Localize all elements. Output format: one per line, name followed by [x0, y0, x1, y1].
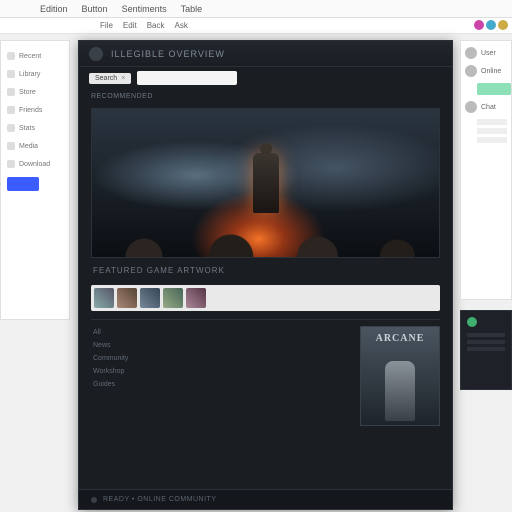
app-icon [89, 47, 103, 61]
side-card[interactable]: ARCANE [360, 326, 440, 426]
close-icon[interactable]: × [121, 75, 125, 82]
avatar-icon[interactable] [498, 20, 508, 30]
thumbnail[interactable] [140, 288, 160, 308]
breadcrumb-bar: Search× [79, 67, 452, 89]
hero-artwork[interactable] [91, 108, 440, 258]
listing-row[interactable]: Community [91, 352, 352, 365]
right-sidebar: User Online Chat [460, 40, 512, 300]
search-input[interactable] [137, 71, 237, 85]
avatar-icon [465, 101, 477, 113]
side-card-logo: ARCANE [376, 333, 425, 344]
menubar: Edition Button Sentiments Table [0, 0, 512, 18]
menu-item[interactable]: Edition [40, 4, 68, 14]
foreground-rocks [92, 217, 439, 257]
toolbar: File Edit Back Ask [0, 18, 512, 34]
thumbnail[interactable] [163, 288, 183, 308]
avatar-cluster [474, 20, 508, 30]
user-row[interactable]: Online [465, 65, 507, 77]
toolbar-item[interactable]: Edit [123, 21, 137, 30]
placeholder-line [477, 119, 507, 125]
status-badge [477, 83, 511, 95]
left-sidebar: Recent Library Store Friends Stats Media… [0, 40, 70, 320]
sidebar-item[interactable]: Media [7, 139, 63, 153]
thumbnail[interactable] [186, 288, 206, 308]
avatar-icon[interactable] [474, 20, 484, 30]
listing-row[interactable]: Workshop [91, 365, 352, 378]
toolbar-item[interactable]: File [100, 21, 113, 30]
avatar-icon [465, 65, 477, 77]
window-titlebar: Illegible Overview [79, 41, 452, 67]
listing-row[interactable]: News [91, 339, 352, 352]
status-dot-icon [467, 317, 477, 327]
window-title: Illegible Overview [111, 49, 225, 59]
listing-area: All News Community Workshop Guides ARCAN… [91, 319, 440, 426]
primary-button[interactable] [7, 177, 39, 191]
thumbnail-strip [91, 285, 440, 311]
terminal-line [467, 340, 505, 344]
hero-caption: Featured Game Artwork [79, 258, 452, 285]
main-window: Illegible Overview Search× Recommended F… [78, 40, 453, 510]
character-figure [253, 153, 279, 213]
side-card-figure [385, 361, 415, 421]
thumbnail[interactable] [117, 288, 137, 308]
placeholder-line [477, 137, 507, 143]
user-row[interactable]: User [465, 47, 507, 59]
status-dot-icon [91, 497, 97, 503]
section-label: Recommended [79, 89, 452, 108]
menu-item[interactable]: Sentiments [122, 4, 167, 14]
status-bar: Ready • Online Community [79, 489, 452, 509]
status-text: Ready • Online Community [103, 496, 217, 503]
toolbar-item[interactable]: Ask [174, 21, 187, 30]
placeholder-line [477, 128, 507, 134]
menu-item[interactable]: Table [181, 4, 203, 14]
toolbar-item[interactable]: Back [147, 21, 165, 30]
avatar-icon[interactable] [486, 20, 496, 30]
listing-row[interactable]: Guides [91, 378, 352, 391]
sidebar-item[interactable]: Friends [7, 103, 63, 117]
sidebar-item[interactable]: Download [7, 157, 63, 171]
avatar-icon [465, 47, 477, 59]
sidebar-item[interactable]: Store [7, 85, 63, 99]
search-chip[interactable]: Search× [89, 73, 131, 84]
user-row[interactable]: Chat [465, 101, 507, 113]
sidebar-item[interactable]: Stats [7, 121, 63, 135]
terminal-line [467, 347, 505, 351]
right-terminal [460, 310, 512, 390]
sidebar-item[interactable]: Recent [7, 49, 63, 63]
sidebar-item[interactable]: Library [7, 67, 63, 81]
menu-item[interactable]: Button [82, 4, 108, 14]
thumbnail[interactable] [94, 288, 114, 308]
listing-header: All [91, 326, 352, 339]
terminal-line [467, 333, 505, 337]
